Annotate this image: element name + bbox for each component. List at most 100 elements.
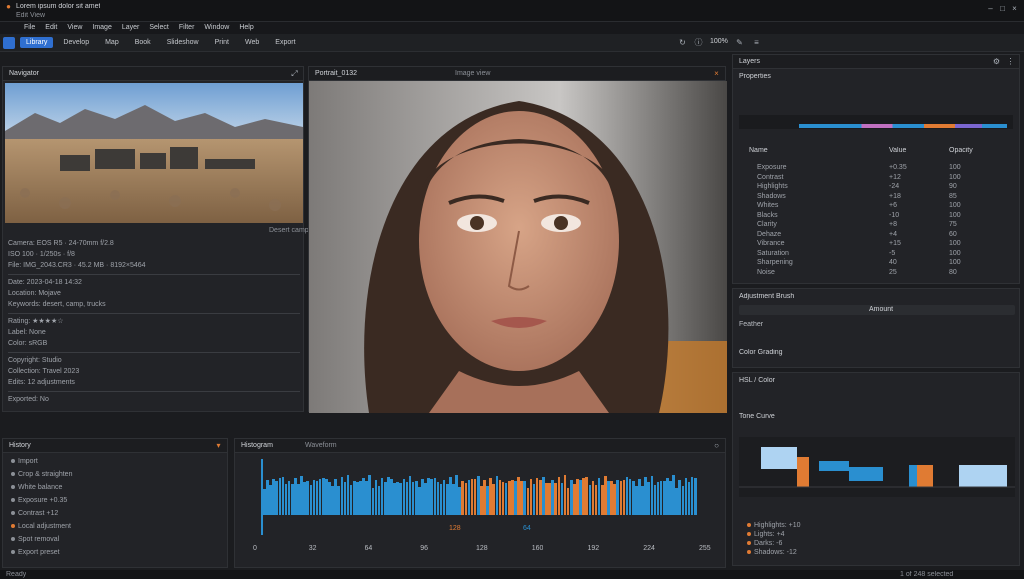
menu-icon[interactable]: ≡ xyxy=(752,38,761,47)
history-item[interactable]: Contrast +12 xyxy=(11,509,223,518)
property-row[interactable]: Vibrance +15 100 xyxy=(757,239,1009,249)
tab-slideshow[interactable]: Slideshow xyxy=(161,37,205,48)
menu-item-filter[interactable]: Filter xyxy=(179,24,195,31)
property-row[interactable]: Whites +6 100 xyxy=(757,201,1009,211)
metadata-row: File: IMG_2043.CR3 · 45.2 MB · 8192×5464 xyxy=(8,262,146,269)
menu-item-file[interactable]: File xyxy=(24,24,35,31)
tone-curve-chart[interactable] xyxy=(739,437,1015,497)
property-name: Exposure xyxy=(757,164,787,171)
property-name: Noise xyxy=(757,268,775,276)
maximize-icon[interactable]: □ xyxy=(998,4,1007,13)
property-value: +15 xyxy=(889,240,901,247)
metadata-row: Location: Mojave xyxy=(8,290,61,297)
portrait-image xyxy=(309,81,727,413)
menu-item-help[interactable]: Help xyxy=(239,24,253,31)
zoom-level[interactable]: 100% xyxy=(710,38,728,45)
history-item[interactable]: Import xyxy=(11,457,223,466)
property-name: Sharpening xyxy=(757,259,793,266)
history-item[interactable]: Export preset xyxy=(11,548,223,557)
divider xyxy=(8,313,300,314)
property-name: Highlights xyxy=(757,183,788,190)
marker-a: 128 xyxy=(449,525,461,532)
status-right: 1 of 248 selected xyxy=(900,571,954,578)
property-name: Blacks xyxy=(757,211,778,219)
property-row[interactable]: Shadows +18 85 xyxy=(757,192,1009,202)
tab-map[interactable]: Map xyxy=(99,37,125,48)
property-value: -24 xyxy=(889,183,900,190)
history-item[interactable]: Crop & straighten xyxy=(11,470,223,479)
x-tick-label: 96 xyxy=(420,545,429,552)
history-menu-icon[interactable]: ▾ xyxy=(214,441,223,450)
property-row[interactable]: Dehaze +4 60 xyxy=(757,230,1009,240)
property-row[interactable]: Blacks -10 100 xyxy=(757,211,1009,221)
menu-item-image[interactable]: Image xyxy=(92,24,111,31)
settings-icon[interactable]: ⚙ xyxy=(992,57,1001,66)
column-header[interactable]: Name xyxy=(749,147,889,154)
tab-develop[interactable]: Develop xyxy=(57,37,95,48)
property-row[interactable]: Noise 25 80 xyxy=(757,268,1009,278)
curve-values: Highlights: +10 Lights: +4 Darks: -6 Shadow… xyxy=(747,521,1007,557)
color-grading-title[interactable]: Color Grading xyxy=(739,349,783,356)
close-tab-icon[interactable]: × xyxy=(712,69,721,78)
history-item[interactable]: Spot removal xyxy=(11,535,223,544)
history-item-label: Crop & straighten xyxy=(18,471,73,478)
image-viewer[interactable]: Portrait_0132 Image view × xyxy=(308,66,727,413)
navigator-preview[interactable] xyxy=(5,83,303,223)
menu-item-layer[interactable]: Layer xyxy=(122,24,140,31)
status-bar: Ready 1 of 248 selected xyxy=(0,570,1024,579)
property-name: Clarity xyxy=(757,221,777,228)
property-row[interactable]: Saturation -5 100 xyxy=(757,249,1009,259)
minimize-icon[interactable]: – xyxy=(986,4,995,13)
left-panel-header: Navigator ⤢ xyxy=(3,67,303,81)
property-value: -10 xyxy=(889,211,900,219)
left-panel: Navigator ⤢ Desert camp Camera: EOS R5 ·… xyxy=(2,66,309,412)
property-row[interactable]: Exposure +0.35 100 xyxy=(757,163,1009,173)
brush-icon[interactable]: ✎ xyxy=(735,38,744,47)
close-icon[interactable]: × xyxy=(1010,4,1019,13)
home-icon[interactable] xyxy=(3,37,15,49)
preview-caption: Desert camp xyxy=(269,227,309,234)
tab-book[interactable]: Book xyxy=(129,37,157,48)
property-name: Whites xyxy=(757,202,779,209)
metadata-row: Rating: ★★★★☆ xyxy=(8,318,64,325)
property-value: +0.35 xyxy=(889,164,907,171)
right-panel-title: Layers xyxy=(739,58,761,65)
column-header[interactable]: Value xyxy=(889,147,949,154)
menu-item-window[interactable]: Window xyxy=(204,24,229,31)
waveform-tab[interactable]: Waveform xyxy=(305,442,337,449)
refresh-icon[interactable]: ↻ xyxy=(678,38,687,47)
column-header[interactable]: Opacity xyxy=(949,147,1009,154)
histogram-header: Histogram Waveform ○ xyxy=(235,439,725,453)
feather-label: Feather xyxy=(739,321,764,328)
property-row[interactable]: Contrast +12 100 xyxy=(757,173,1009,183)
property-row[interactable]: Clarity +8 75 xyxy=(757,220,1009,230)
hsl-title[interactable]: HSL / Color xyxy=(739,377,775,384)
property-row[interactable]: Sharpening 40 100 xyxy=(757,258,1009,268)
tab-export[interactable]: Export xyxy=(269,37,301,48)
panel-menu-icon[interactable]: ⋮ xyxy=(1006,57,1015,66)
property-pct: 60 xyxy=(949,230,957,238)
collapse-icon[interactable]: ⤢ xyxy=(290,69,299,78)
amount-slider[interactable]: Amount xyxy=(739,305,1015,315)
menu-item-select[interactable]: Select xyxy=(149,24,168,31)
history-item-label: Export preset xyxy=(18,549,60,556)
app-title: Lorem ipsum dolor sit amet xyxy=(16,3,101,10)
metadata-row: Label: None xyxy=(8,329,46,336)
menu-item-edit[interactable]: Edit xyxy=(45,24,57,31)
histogram-options-icon[interactable]: ○ xyxy=(712,441,721,450)
histogram-cursor[interactable] xyxy=(261,459,263,535)
tab-library[interactable]: Library xyxy=(20,37,54,48)
tab-web[interactable]: Web xyxy=(239,37,265,48)
property-row[interactable]: Highlights -24 90 xyxy=(757,182,1009,192)
title-bar: ● Lorem ipsum dolor sit amet Edit View –… xyxy=(0,0,1024,22)
histogram-bar xyxy=(693,477,697,515)
history-item[interactable]: Local adjustment xyxy=(11,522,223,531)
history-item[interactable]: Exposure +0.35 xyxy=(11,496,223,505)
history-item-label: Exposure +0.35 xyxy=(18,497,68,504)
menu-item-view[interactable]: View xyxy=(67,24,82,31)
history-item[interactable]: White balance xyxy=(11,483,223,492)
property-pct: 75 xyxy=(949,221,957,228)
curve-row: Highlights: +10 xyxy=(747,521,1007,530)
tab-print[interactable]: Print xyxy=(209,37,235,48)
info-icon[interactable]: ⓘ xyxy=(694,38,703,47)
